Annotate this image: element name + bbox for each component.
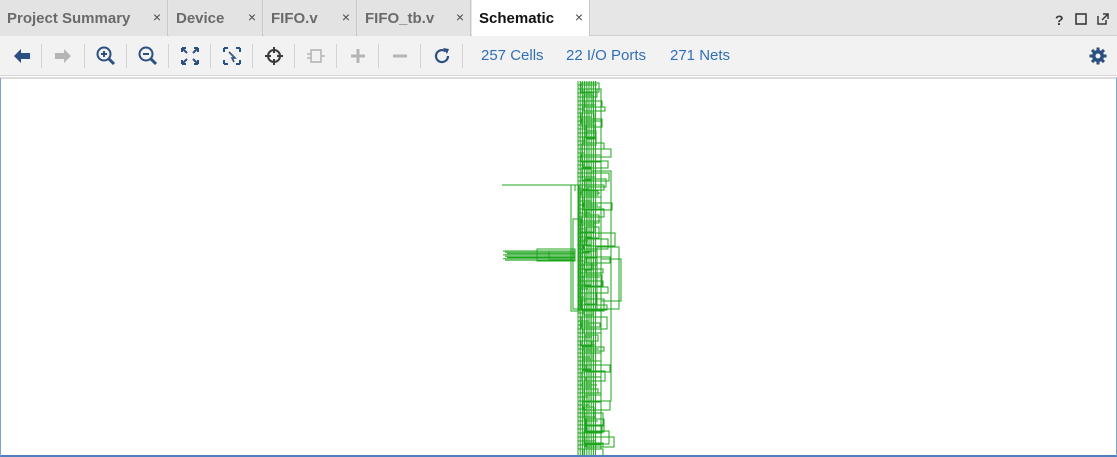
- zoom-in-icon[interactable]: [94, 44, 118, 68]
- refresh-icon[interactable]: [430, 44, 454, 68]
- schematic-toolbar: 257 Cells 22 I/O Ports 271 Nets: [0, 36, 1117, 76]
- toolbar-separator: [84, 44, 85, 68]
- editor-tab-bar: Project Summary × Device × FIFO.v × FIFO…: [0, 0, 1117, 37]
- tab-label: Schematic: [479, 10, 555, 27]
- zoom-fit-icon[interactable]: [178, 44, 202, 68]
- svg-text:?: ?: [1055, 12, 1064, 26]
- close-icon[interactable]: ×: [342, 10, 350, 24]
- expand-plus-icon[interactable]: [346, 44, 370, 68]
- forward-arrow-icon[interactable]: [51, 44, 75, 68]
- nets-count-link[interactable]: 271 Nets: [670, 47, 730, 64]
- io-ports-count-link[interactable]: 22 I/O Ports: [566, 47, 646, 64]
- zoom-out-icon[interactable]: [136, 44, 160, 68]
- toolbar-separator: [126, 44, 127, 68]
- tab-label: FIFO.v: [271, 10, 318, 27]
- zoom-area-icon[interactable]: [220, 44, 244, 68]
- help-icon[interactable]: ?: [1053, 12, 1067, 26]
- close-icon[interactable]: ×: [456, 10, 464, 24]
- toolbar-separator: [462, 44, 463, 68]
- toolbar-separator: [420, 44, 421, 68]
- crosshair-icon[interactable]: [262, 44, 286, 68]
- close-icon[interactable]: ×: [248, 10, 256, 24]
- toolbar-separator: [210, 44, 211, 68]
- schematic-canvas[interactable]: [0, 77, 1117, 457]
- tab-label: Device: [176, 10, 225, 27]
- tab-schematic[interactable]: Schematic ×: [472, 0, 590, 37]
- gear-icon[interactable]: [1086, 44, 1110, 68]
- toolbar-separator: [294, 44, 295, 68]
- tab-device[interactable]: Device ×: [169, 0, 263, 36]
- tab-label: FIFO_tb.v: [365, 10, 435, 27]
- tab-label: Project Summary: [7, 10, 131, 27]
- toolbar-separator: [336, 44, 337, 68]
- toolbar-separator: [168, 44, 169, 68]
- maximize-icon[interactable]: [1074, 12, 1088, 26]
- collapse-minus-icon[interactable]: [388, 44, 412, 68]
- tab-fifo-tb-v[interactable]: FIFO_tb.v ×: [358, 0, 471, 36]
- schematic-cell: [596, 246, 620, 310]
- close-icon[interactable]: ×: [153, 10, 161, 24]
- schematic-netlist-drawing[interactable]: [1, 79, 1116, 455]
- schematic-cell: [582, 328, 602, 334]
- back-arrow-icon[interactable]: [10, 44, 34, 68]
- tab-fifo-v[interactable]: FIFO.v ×: [264, 0, 357, 36]
- tab-project-summary[interactable]: Project Summary ×: [0, 0, 168, 36]
- cells-count-link[interactable]: 257 Cells: [481, 47, 544, 64]
- close-icon[interactable]: ×: [575, 10, 583, 24]
- toolbar-separator: [252, 44, 253, 68]
- toolbar-separator: [41, 44, 42, 68]
- toolbar-separator: [378, 44, 379, 68]
- cell-icon[interactable]: [304, 44, 328, 68]
- float-icon[interactable]: [1096, 12, 1110, 26]
